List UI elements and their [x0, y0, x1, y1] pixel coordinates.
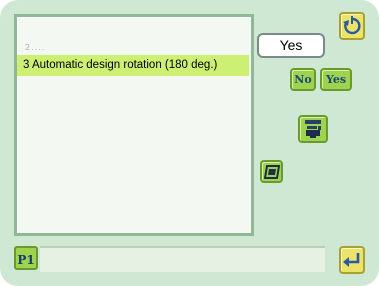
machine-info-icon: [302, 119, 324, 139]
no-button[interactable]: No: [290, 68, 316, 91]
rotate-button[interactable]: [339, 12, 365, 40]
current-value-display: Yes: [257, 33, 325, 58]
list-item-previous[interactable]: 2....: [25, 43, 45, 52]
frame-button[interactable]: [260, 160, 283, 183]
rotate-icon: [342, 16, 362, 36]
page-tab[interactable]: P1: [14, 246, 38, 270]
no-button-label: No: [294, 73, 312, 86]
page-bar: [40, 246, 325, 272]
settings-list: 2.... 3 Automatic design rotation (180 d…: [14, 14, 254, 236]
machine-info-button[interactable]: [298, 115, 328, 143]
yes-button-label: Yes: [325, 73, 347, 86]
screen: 2.... 3 Automatic design rotation (180 d…: [0, 0, 379, 286]
frame-icon: [263, 164, 280, 179]
yes-button[interactable]: Yes: [320, 68, 352, 91]
return-button[interactable]: [339, 246, 365, 274]
return-arrow-icon: [342, 250, 362, 270]
list-item-selected[interactable]: 3 Automatic design rotation (180 deg.): [17, 55, 249, 76]
